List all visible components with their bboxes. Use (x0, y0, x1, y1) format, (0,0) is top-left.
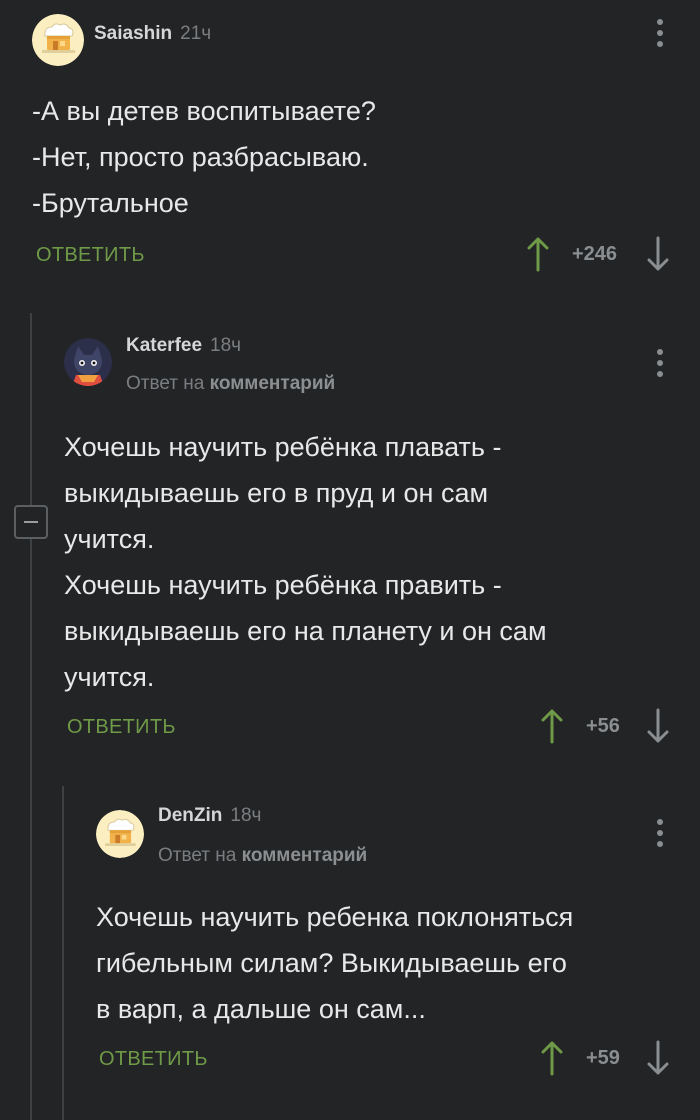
comment-time: 18ч (210, 335, 242, 356)
kebab-menu-icon[interactable] (654, 17, 666, 51)
kebab-menu-icon[interactable] (654, 347, 666, 381)
comment-text: -А вы детев воспитываете? -Нет, просто р… (32, 88, 376, 226)
author-name[interactable]: DenZin (158, 805, 222, 826)
comment-line: учится. (64, 662, 155, 692)
author-name[interactable]: Katerfee (126, 335, 202, 356)
arrow-down-icon[interactable] (646, 1040, 670, 1076)
chef-hat-avatar[interactable] (32, 14, 84, 66)
reply-button[interactable]: ОТВЕТИТЬ (36, 244, 145, 267)
comment-line: выкидываешь его в пруд и он сам (64, 478, 489, 508)
comment-line: Хочешь научить ребенка поклоняться (96, 902, 574, 932)
comment-line: учится. (64, 524, 155, 554)
comment-author[interactable]: Saiashin 21ч (94, 23, 211, 45)
comment-denzin: DenZin 18ч Ответ на комментарий Хочешь на… (96, 805, 700, 1100)
author-name[interactable]: Saiashin (94, 23, 172, 44)
kebab-menu-icon[interactable] (654, 817, 666, 851)
cat-character-avatar[interactable] (64, 338, 112, 386)
chef-hat-avatar[interactable] (96, 810, 144, 858)
comment-line: гибельным силам? Выкидываешь его (96, 948, 567, 978)
arrow-up-icon[interactable] (540, 1040, 564, 1076)
reply-prefix: Ответ на (126, 373, 205, 394)
vote-block: +59 (540, 1040, 686, 1080)
comment-text: Хочешь научить ребёнка плавать - выкидыв… (64, 424, 547, 700)
vote-score: +59 (586, 1047, 620, 1069)
comment-line: -А вы детев воспитываете? (32, 96, 376, 126)
comment-saiashin: Saiashin 21ч -А вы детев воспитываете? -Н… (32, 14, 700, 304)
reply-to-label: Ответ на комментарий (126, 373, 335, 395)
comment-line: Хочешь научить ребёнка плавать - (64, 432, 502, 462)
reply-target-link[interactable]: комментарий (210, 373, 336, 394)
reply-target-link[interactable]: комментарий (242, 845, 368, 866)
comment-line: выкидываешь его на планету и он сам (64, 616, 547, 646)
thread-line-level-1 (30, 313, 32, 1120)
vote-block: +56 (540, 708, 686, 748)
minus-collapse-icon[interactable] (14, 505, 48, 539)
comment-katerfee: Katerfee 18ч Ответ на комментарий Хочешь … (64, 335, 700, 768)
arrow-up-icon[interactable] (526, 236, 550, 272)
reply-button[interactable]: ОТВЕТИТЬ (67, 716, 176, 739)
comment-line: Хочешь научить ребёнка править - (64, 570, 502, 600)
reply-button[interactable]: ОТВЕТИТЬ (99, 1048, 208, 1071)
comment-time: 18ч (230, 805, 262, 826)
comment-text: Хочешь научить ребенка поклоняться гибел… (96, 894, 573, 1032)
comment-line: -Нет, просто разбрасываю. (32, 142, 369, 172)
comment-author[interactable]: DenZin 18ч (158, 805, 261, 827)
arrow-down-icon[interactable] (646, 236, 670, 272)
arrow-up-icon[interactable] (540, 708, 564, 744)
vote-block: +246 (526, 236, 686, 276)
reply-prefix: Ответ на (158, 845, 237, 866)
comment-line: в варп, а дальше он сам... (96, 994, 426, 1024)
arrow-down-icon[interactable] (646, 708, 670, 744)
comment-author[interactable]: Katerfee 18ч (126, 335, 241, 357)
vote-score: +56 (586, 715, 620, 737)
vote-score: +246 (572, 243, 618, 265)
comment-line: -Брутальное (32, 188, 189, 218)
comment-time: 21ч (180, 23, 212, 44)
thread-line-level-2 (62, 786, 64, 1120)
reply-to-label: Ответ на комментарий (158, 845, 367, 867)
